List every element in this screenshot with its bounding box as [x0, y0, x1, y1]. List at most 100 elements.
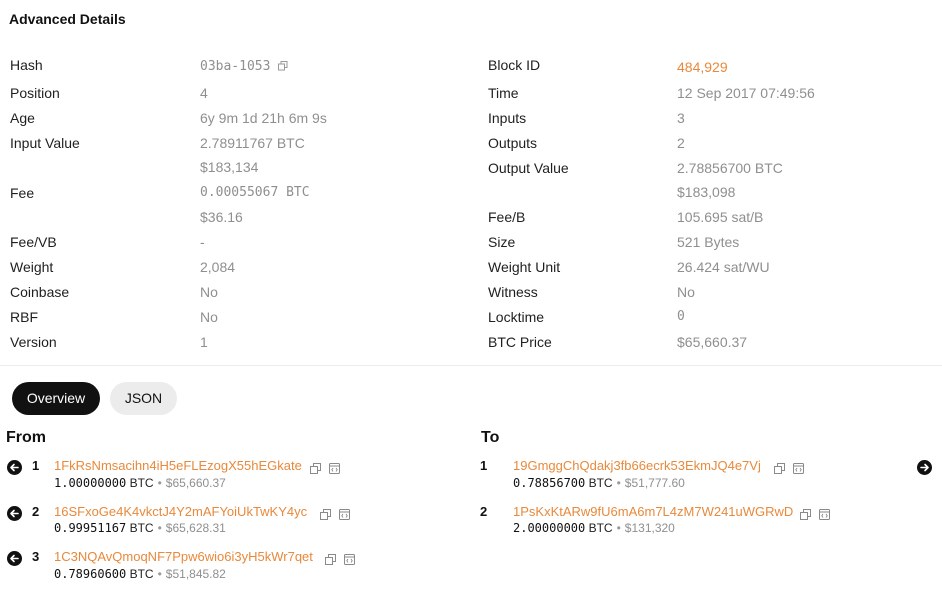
separator-dot: • — [616, 521, 621, 535]
output-btc: 0.78856700 — [513, 476, 586, 490]
detail-label: Time — [488, 85, 519, 101]
fee-usd: $36.16 — [200, 209, 243, 225]
detail-witness: Witness — [488, 282, 538, 302]
detail-fee-vb: Fee/VB — [10, 232, 57, 252]
to-heading: To — [481, 429, 500, 446]
detail-locktime: Locktime — [488, 307, 544, 327]
rbf-value: No — [200, 309, 218, 325]
input-address-link[interactable]: 16SFxoGe4K4vkctJ4Y2mAFYoiUkTwKY4yc — [54, 504, 307, 519]
arrow-left-icon[interactable] — [7, 460, 22, 475]
input-amount: 1.00000000 BTC • $65,660.37 — [54, 476, 226, 490]
input-btc: 1.00000000 — [54, 476, 127, 490]
witness-value: No — [677, 284, 695, 300]
btc-price-value: $65,660.37 — [677, 334, 748, 350]
detail-time: Time — [488, 83, 519, 103]
tab-overview[interactable]: Overview — [12, 382, 100, 415]
detail-label: Fee — [10, 185, 35, 201]
arrow-left-icon[interactable] — [7, 551, 22, 566]
input-btc: 0.99951167 — [54, 521, 127, 535]
output-address-link[interactable]: 1PsKxKtARw9fU6mA6m7L4zM7W241uWGRwD — [513, 504, 793, 519]
detail-coinbase: Coinbase — [10, 282, 69, 302]
explorer-icon[interactable] — [793, 461, 804, 474]
divider — [0, 365, 942, 366]
detail-weight: Weight — [10, 257, 53, 277]
arrow-left-icon[interactable] — [7, 506, 22, 521]
output-btc: 2.00000000 — [513, 521, 586, 535]
detail-hash: Hash — [10, 55, 43, 75]
copy-icon[interactable] — [310, 461, 321, 474]
locktime-value: 0 — [677, 309, 685, 324]
input-btc: 0.78960600 — [54, 567, 127, 581]
detail-label: Locktime — [488, 309, 545, 325]
separator-dot: • — [157, 476, 162, 490]
detail-label: Coinbase — [10, 284, 70, 300]
copy-icon[interactable] — [800, 507, 811, 520]
input-usd: $65,660.37 — [165, 476, 226, 490]
age-value: 6y 9m 1d 21h 6m 9s — [200, 110, 327, 126]
copy-icon[interactable] — [278, 56, 288, 76]
separator-dot: • — [157, 521, 162, 535]
tab-json[interactable]: JSON — [110, 382, 177, 415]
detail-age: Age — [10, 108, 35, 128]
detail-version: Version — [10, 332, 57, 352]
fee-btc: 0.00055067 BTC — [200, 185, 310, 200]
output-usd: $51,777.60 — [624, 476, 685, 490]
detail-label: Weight — [10, 259, 54, 275]
size-value: 521 Bytes — [677, 234, 740, 250]
input-value-usd: $183,134 — [200, 159, 259, 175]
output-address-link[interactable]: 19GmggChQdakj3fb66ecrk53EkmJQ4e7Vj — [513, 458, 761, 473]
explorer-icon[interactable] — [344, 552, 355, 565]
input-unit: BTC — [129, 567, 154, 581]
output-value-btc: 2.78856700 BTC — [677, 160, 783, 176]
input-unit: BTC — [129, 476, 154, 490]
detail-block-id: Block ID — [488, 55, 540, 75]
hash-value-wrap: 03ba-1053 — [200, 55, 288, 75]
hash-value[interactable]: 03ba-1053 — [200, 59, 270, 74]
detail-label: Fee/VB — [10, 234, 57, 250]
input-usd: $65,628.31 — [165, 521, 226, 535]
detail-label: Size — [488, 234, 516, 250]
detail-label: Block ID — [488, 57, 541, 73]
detail-label: Version — [10, 334, 57, 350]
output-index: 2 — [480, 504, 488, 519]
outputs-value: 2 — [677, 135, 685, 151]
output-amount: 2.00000000 BTC • $131,320 — [513, 521, 675, 535]
input-amount: 0.99951167 BTC • $65,628.31 — [54, 521, 226, 535]
from-heading: From — [6, 429, 46, 446]
explorer-icon[interactable] — [819, 507, 830, 520]
block-id-link[interactable]: 484,929 — [677, 57, 728, 77]
fee-vb-value: - — [200, 234, 205, 250]
copy-icon[interactable] — [774, 461, 785, 474]
detail-size: Size — [488, 232, 515, 252]
input-usd: $51,845.82 — [165, 567, 226, 581]
input-value-btc: 2.78911767 BTC — [200, 135, 305, 151]
input-address-link[interactable]: 1FkRsNmsacihn4iH5eFLEzogX55hEGkate — [54, 458, 302, 473]
input-index: 1 — [32, 458, 40, 473]
explorer-icon[interactable] — [329, 461, 340, 474]
detail-fee-b: Fee/B — [488, 207, 525, 227]
arrow-right-icon[interactable] — [917, 460, 932, 475]
detail-label: Position — [10, 85, 60, 101]
position-value: 4 — [200, 85, 208, 101]
detail-label: Outputs — [488, 135, 538, 151]
separator-dot: • — [616, 476, 621, 490]
detail-btc-price: BTC Price — [488, 332, 552, 352]
detail-position: Position — [10, 83, 60, 103]
input-index: 3 — [32, 549, 40, 564]
output-amount: 0.78856700 BTC • $51,777.60 — [513, 476, 685, 490]
detail-label: Age — [10, 110, 35, 126]
detail-label: Hash — [10, 57, 43, 73]
detail-fee: Fee — [10, 183, 34, 203]
section-title: Advanced Details — [9, 11, 126, 27]
detail-output-value: Output Value — [488, 158, 569, 178]
copy-icon[interactable] — [320, 507, 331, 520]
input-amount: 0.78960600 BTC • $51,845.82 — [54, 567, 226, 581]
weight-value: 2,084 — [200, 259, 236, 275]
copy-icon[interactable] — [325, 552, 336, 565]
weight-unit-value: 26.424 sat/WU — [677, 259, 770, 275]
output-unit: BTC — [588, 521, 613, 535]
input-address-link[interactable]: 1C3NQAvQmoqNF7Ppw6wio6i3yH5kWr7qet — [54, 549, 313, 564]
explorer-icon[interactable] — [339, 507, 350, 520]
detail-rbf: RBF — [10, 307, 38, 327]
fee-b-value: 105.695 sat/B — [677, 209, 764, 225]
